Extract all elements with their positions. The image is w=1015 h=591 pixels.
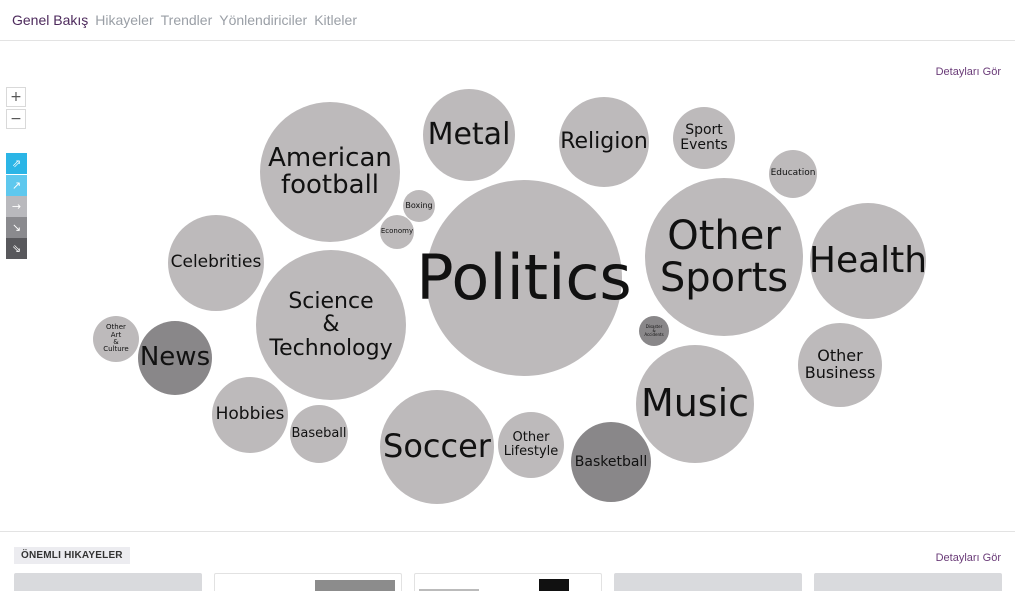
topic-label: Hobbies xyxy=(215,404,285,425)
topic-bubble[interactable]: Education xyxy=(769,150,817,198)
trend-legend-item[interactable]: ↘ xyxy=(6,217,27,238)
tab-stories[interactable]: Hikayeler xyxy=(95,12,153,28)
topic-bubble[interactable]: Boxing xyxy=(403,190,435,222)
tab-referrers[interactable]: Yönlendiriciler xyxy=(219,12,307,28)
arrow-up-icon: ↗ xyxy=(11,179,22,192)
topic-bubble[interactable]: Religion xyxy=(559,97,649,187)
story-card[interactable] xyxy=(414,573,602,591)
topic-bubble[interactable]: Music xyxy=(636,345,754,463)
story-card[interactable] xyxy=(614,573,802,591)
topic-label: Economy xyxy=(380,227,414,236)
trend-legend-item[interactable]: ↗ xyxy=(6,175,27,196)
topic-label: Soccer xyxy=(383,427,491,466)
topic-bubble[interactable]: Celebrities xyxy=(168,215,264,311)
section-divider xyxy=(0,531,1015,532)
tab-overview[interactable]: Genel Bakış xyxy=(12,12,88,28)
topic-bubble[interactable]: Other Art & Culture xyxy=(93,316,139,362)
topic-bubble[interactable]: Sport Events xyxy=(673,107,735,169)
topic-bubble[interactable]: Disaster & Accidents xyxy=(639,316,669,346)
zoom-out-button[interactable]: − xyxy=(6,109,26,129)
topic-bubble[interactable]: Basketball xyxy=(571,422,651,502)
topic-label: Other Business xyxy=(804,346,876,382)
story-thumbnail xyxy=(539,579,569,591)
topic-label: Baseball xyxy=(291,426,347,442)
topic-bubble-map: Politics Other Sports American football Sci… xyxy=(0,0,1015,591)
topic-bubble[interactable]: Metal xyxy=(423,89,515,181)
topic-label: Boxing xyxy=(405,200,433,210)
topic-bubble[interactable]: Other Sports xyxy=(645,178,803,336)
plus-icon: + xyxy=(10,89,22,105)
topic-bubble[interactable]: Science & Technology xyxy=(256,250,406,400)
topic-label: Disaster & Accidents xyxy=(644,323,664,338)
topic-label: Other Lifestyle xyxy=(503,430,559,459)
topic-bubble[interactable]: Other Business xyxy=(798,323,882,407)
topic-label: Science & Technology xyxy=(269,289,393,361)
topic-label: Metal xyxy=(427,117,511,153)
topic-label: Politics xyxy=(416,241,632,315)
topic-bubble[interactable]: Politics xyxy=(416,180,632,376)
tab-audiences[interactable]: Kitleler xyxy=(314,12,357,28)
topic-bubble[interactable]: Hobbies xyxy=(212,377,288,453)
story-card[interactable] xyxy=(814,573,1002,591)
arrow-flat-icon: → xyxy=(11,200,22,213)
story-card[interactable] xyxy=(14,573,202,591)
topic-label: Religion xyxy=(560,129,648,155)
topic-bubble[interactable]: Soccer xyxy=(380,390,494,504)
topic-label: Sport Events xyxy=(680,122,728,153)
topic-label: News xyxy=(139,342,211,373)
arrow-down-strong-icon: ⇘ xyxy=(11,242,22,255)
arrow-up-strong-icon: ⇗ xyxy=(11,157,22,170)
tab-trends[interactable]: Trendler xyxy=(161,12,213,28)
top-navigation: Genel Bakış Hikayeler Trendler Yönlendir… xyxy=(0,0,1015,41)
topic-label: Music xyxy=(640,381,750,426)
topic-label: Other Sports xyxy=(659,213,789,301)
minus-icon: − xyxy=(10,111,22,127)
topic-bubble[interactable]: Health xyxy=(808,203,928,319)
trend-legend-item[interactable]: → xyxy=(6,196,27,217)
topic-label: Other Art & Culture xyxy=(103,323,129,354)
topic-bubble[interactable]: American football xyxy=(260,102,400,242)
zoom-in-button[interactable]: + xyxy=(6,87,26,107)
topic-bubble[interactable]: Economy xyxy=(380,215,414,249)
stories-section-title: ÖNEMLI HIKAYELER xyxy=(14,547,130,564)
story-card[interactable] xyxy=(214,573,402,591)
story-thumbnail xyxy=(315,580,395,591)
bubble-map-details-link[interactable]: Detayları Gör xyxy=(936,66,1001,78)
stories-details-link[interactable]: Detayları Gör xyxy=(936,552,1001,564)
topic-bubble[interactable]: Baseball xyxy=(290,405,348,463)
topic-label: Education xyxy=(770,168,816,179)
topic-label: Celebrities xyxy=(170,252,262,273)
topic-bubble[interactable]: News xyxy=(138,321,212,395)
topic-label: Health xyxy=(808,240,928,282)
topic-label: Basketball xyxy=(574,453,648,470)
trend-legend-item[interactable]: ⇗ xyxy=(6,153,27,174)
topic-label: American football xyxy=(268,142,392,200)
arrow-down-icon: ↘ xyxy=(11,221,22,234)
topic-bubble[interactable]: Other Lifestyle xyxy=(498,412,564,478)
trend-legend-item[interactable]: ⇘ xyxy=(6,238,27,259)
